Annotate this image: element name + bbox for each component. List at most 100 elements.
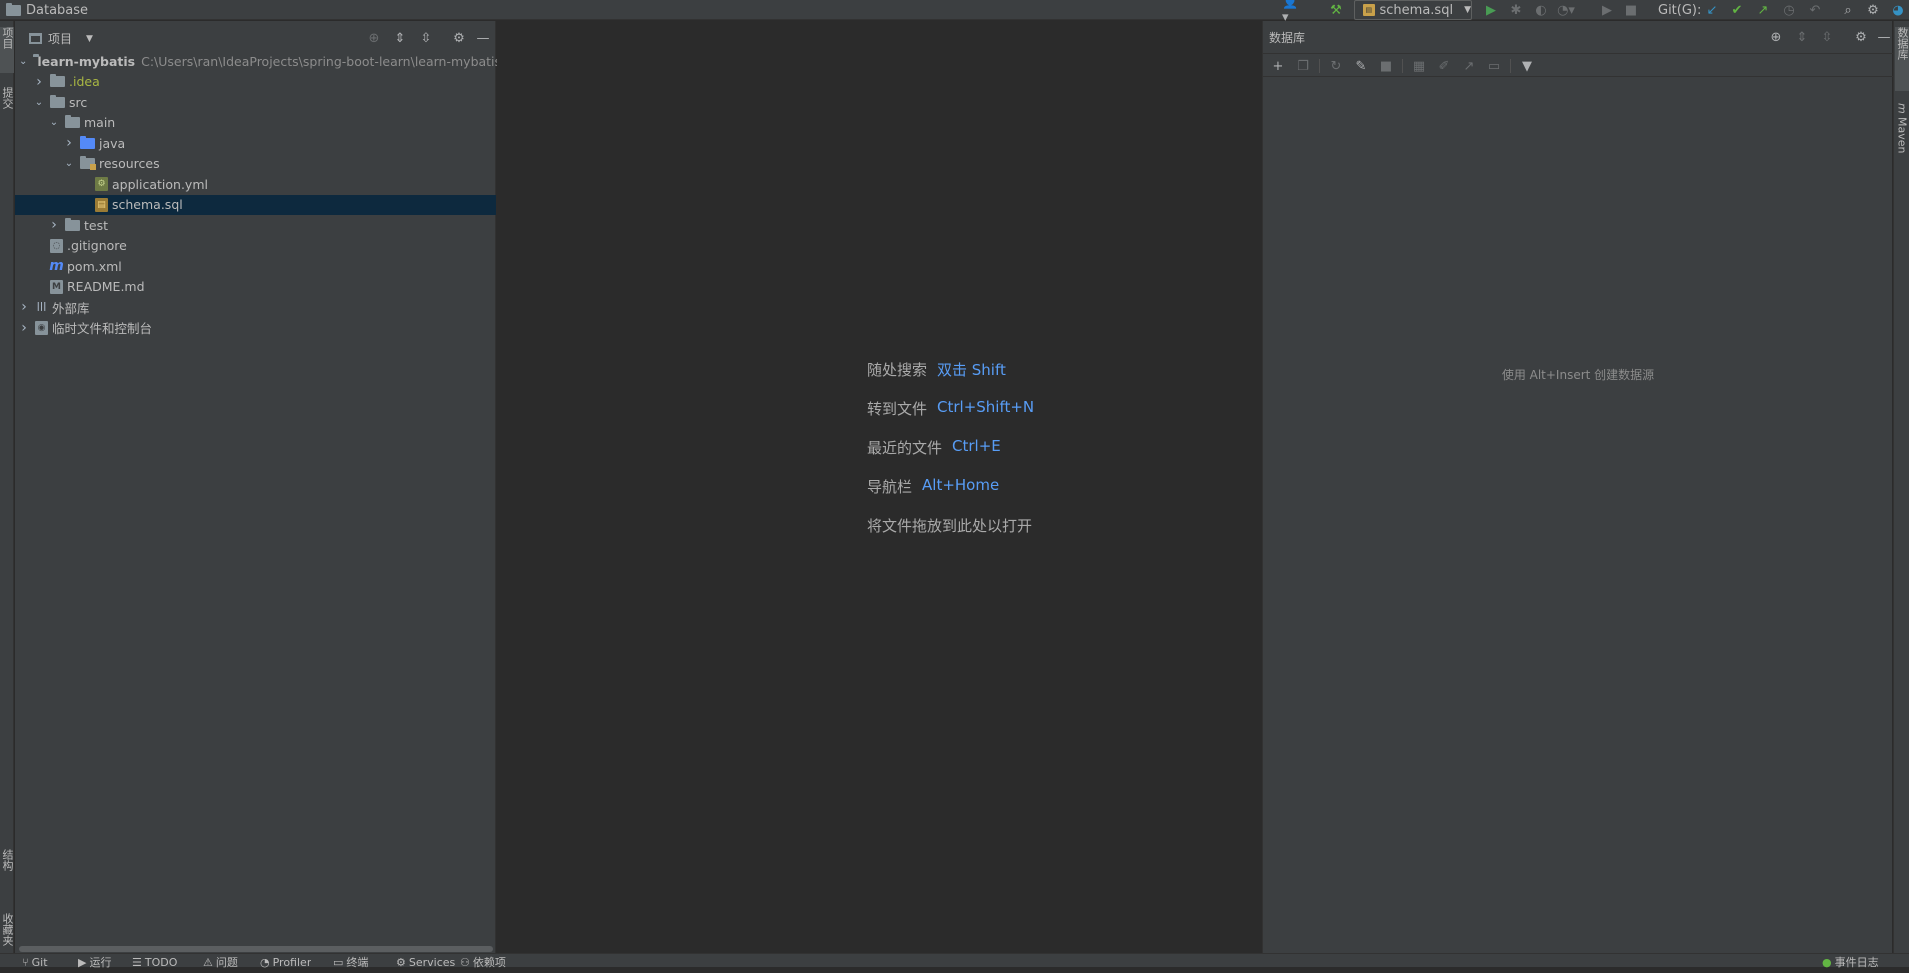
tree-item[interactable]: › ||| 外部库 [15, 297, 496, 317]
locate-file-icon[interactable]: ⊕ [365, 29, 383, 47]
chevron-right-icon[interactable]: › [49, 217, 59, 233]
settings-icon[interactable]: ⚙ [1863, 0, 1883, 20]
user-icon[interactable]: 👤▾ [1282, 0, 1302, 25]
profile-icon[interactable]: ◔▾ [1556, 0, 1576, 20]
git-update-icon[interactable]: ↙ [1702, 0, 1722, 20]
tree-item[interactable]: ⌄ resources [15, 154, 496, 174]
tool-tab-commit-label: 提交 [1, 87, 14, 109]
tool-tab-project[interactable]: 项目 [0, 27, 14, 73]
chevron-down-icon[interactable]: ⌄ [19, 56, 27, 67]
locate-icon[interactable]: ⊕ [1767, 28, 1785, 46]
markdown-file-icon: M [50, 279, 63, 294]
collapse-all-icon[interactable]: ⇳ [417, 29, 435, 47]
stop-icon[interactable]: ■ [1621, 0, 1641, 20]
git-history-icon[interactable]: ◷ [1779, 0, 1799, 20]
chevron-right-icon[interactable]: › [34, 74, 44, 90]
separator [1510, 59, 1511, 73]
project-view-selector[interactable]: 项目 ▼ [29, 30, 93, 47]
separator [1319, 59, 1320, 73]
add-datasource-icon[interactable]: + [1269, 57, 1287, 75]
tree-item-label: README.md [67, 279, 145, 294]
chevron-right-icon[interactable]: › [19, 320, 29, 336]
event-log-button[interactable]: ● 事件日志 [1822, 956, 1879, 968]
tree-item[interactable]: ⚙ application.yml [15, 174, 496, 194]
ide-update-icon[interactable]: ◕ [1888, 0, 1908, 20]
bottom-tab[interactable]: ☰ TODO [132, 956, 177, 968]
breadcrumb-label: Database [26, 2, 89, 18]
jump-to-source-icon[interactable]: ↗ [1460, 57, 1478, 75]
folder-icon [50, 74, 65, 87]
tree-item[interactable]: ⌄ main [15, 113, 496, 133]
tree-item[interactable]: m pom.xml [15, 256, 496, 276]
collapse-all-icon[interactable]: ⇳ [1818, 28, 1836, 46]
chevron-down-icon: ▼ [1464, 5, 1471, 15]
horizontal-scrollbar[interactable] [19, 946, 493, 952]
run-config-selector[interactable]: ▤ schema.sql ▼ [1354, 0, 1472, 20]
chevron-down-icon[interactable]: ⌄ [34, 97, 44, 108]
tool-tab-maven[interactable]: m Maven [1895, 103, 1909, 181]
copy-icon[interactable]: ❐ [1294, 57, 1312, 75]
expand-all-icon[interactable]: ⇕ [1793, 28, 1811, 46]
hide-panel-icon[interactable]: — [474, 29, 492, 47]
chevron-right-icon[interactable]: › [64, 135, 74, 151]
breadcrumb[interactable]: Database [6, 0, 88, 20]
database-panel: 数据库 ⊕ ⇕ ⇳ ⚙ — + ❐ ↻ ✎ ■ ▦ ✐ ↗ ▭ ▼ 使用 Alt… [1262, 21, 1893, 953]
tree-item[interactable]: ▤ schema.sql [15, 194, 496, 215]
tool-tab-structure[interactable]: 结构 [0, 849, 14, 899]
chevron-down-icon[interactable]: ⌄ [49, 117, 59, 128]
git-icon: ⑂ [22, 956, 29, 968]
tree-item-label: resources [99, 156, 160, 171]
build-hammer-icon[interactable]: ⚒ [1326, 0, 1346, 20]
folder-icon [6, 2, 21, 16]
tree-item[interactable]: › .idea [15, 72, 496, 92]
dependencies-icon: ⚇ [460, 956, 470, 968]
run-icon[interactable]: ▶ [1481, 0, 1501, 20]
edit-icon[interactable]: ✐ [1435, 57, 1453, 75]
bottom-tool-bar: ⑂ Git ▶ 运行 ☰ TODO ⚠ 问题 ◔ Profiler ▭ 终端 ⚙ Services ⚇ 依赖项… [0, 953, 1909, 968]
hide-panel-icon[interactable]: — [1875, 28, 1893, 46]
git-label: Git(G): [1658, 2, 1702, 18]
debug-icon[interactable]: ✱ [1506, 0, 1526, 20]
bottom-tab[interactable]: ▭ 终端 [333, 956, 368, 968]
run-more-icon[interactable]: ▶ [1597, 0, 1617, 20]
git-rollback-icon[interactable]: ↶ [1805, 0, 1825, 20]
refresh-icon[interactable]: ↻ [1327, 57, 1345, 75]
tool-tab-maven-label: Maven [1895, 116, 1909, 154]
tree-item[interactable]: ⌄ src [15, 92, 496, 112]
properties-icon[interactable]: ✎ [1352, 57, 1370, 75]
tree-item[interactable]: › test [15, 215, 496, 235]
bottom-tab[interactable]: ⑂ Git [22, 956, 48, 968]
tree-item[interactable]: › ◉ 临时文件和控制台 [15, 318, 496, 338]
chevron-right-icon[interactable]: › [19, 299, 29, 315]
filter-icon[interactable]: ▼ [1518, 57, 1536, 75]
right-tool-stripe: 数据库 m Maven [1893, 21, 1909, 953]
bottom-tab[interactable]: ◔ Profiler [260, 956, 311, 968]
tree-item[interactable]: ◌ .gitignore [15, 236, 496, 256]
chevron-down-icon[interactable]: ⌄ [64, 158, 74, 169]
tree-item[interactable]: › java [15, 133, 496, 153]
bottom-tab[interactable]: ⚙ Services [396, 956, 455, 968]
bottom-tab[interactable]: ▶ 运行 [78, 956, 111, 968]
stop-icon[interactable]: ■ [1377, 57, 1395, 75]
tool-tab-database[interactable]: 数据库 [1895, 27, 1909, 91]
tree-item[interactable]: ⌄ learn-mybatis C:\Users\ran\IdeaProjects\… [15, 51, 501, 71]
project-view-label: 项目 [48, 32, 73, 46]
coverage-icon[interactable]: ◐ [1531, 0, 1551, 20]
settings-icon[interactable]: ⚙ [1852, 28, 1870, 46]
tree-item-label: schema.sql [112, 197, 183, 212]
tree-item[interactable]: M README.md [15, 277, 496, 297]
tool-tab-commit[interactable]: 提交 [0, 87, 14, 151]
git-push-icon[interactable]: ↗ [1753, 0, 1773, 20]
search-icon[interactable]: ⌕ [1838, 0, 1858, 20]
settings-icon[interactable]: ⚙ [450, 29, 468, 47]
bottom-tab[interactable]: ⚠ 问题 [203, 956, 238, 968]
console-icon[interactable]: ▭ [1485, 57, 1503, 75]
expand-all-icon[interactable]: ⇕ [391, 29, 409, 47]
table-icon[interactable]: ▦ [1410, 57, 1428, 75]
bottom-tab-label: Profiler [272, 956, 312, 968]
tree-item-label: 临时文件和控制台 [52, 321, 153, 336]
bottom-tab[interactable]: ⚇ 依赖项 [460, 956, 506, 968]
git-commit-icon[interactable]: ✔ [1727, 0, 1747, 20]
